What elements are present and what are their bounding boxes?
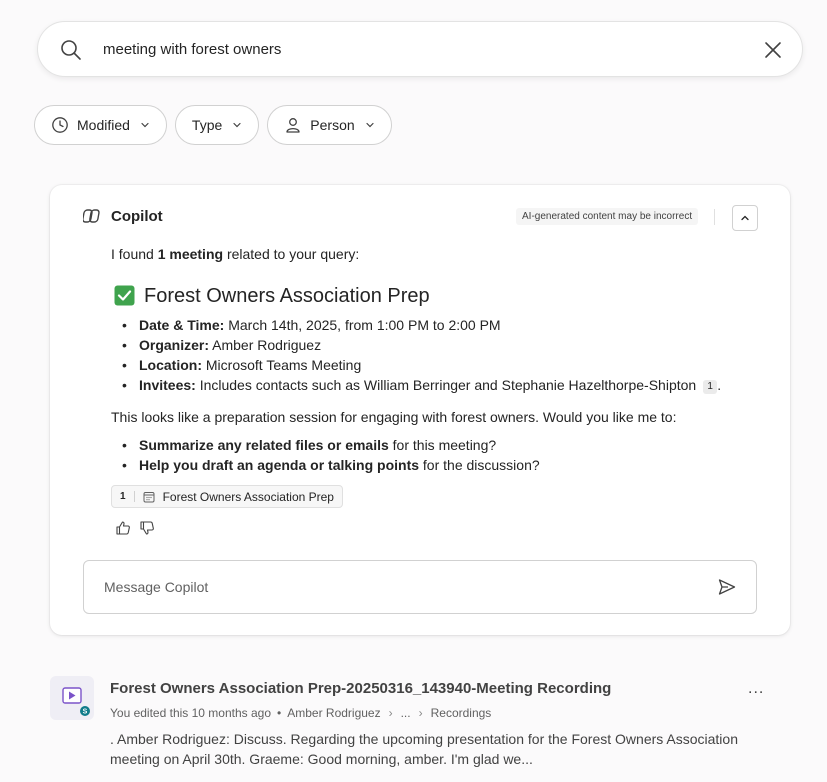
path-ellipsis[interactable]: ... bbox=[401, 706, 411, 720]
intro-bold: 1 meeting bbox=[157, 246, 224, 262]
detail-value: Microsoft Teams Meeting bbox=[202, 357, 362, 373]
filter-type[interactable]: Type bbox=[174, 105, 260, 145]
collapse-button[interactable] bbox=[732, 205, 758, 231]
message-composer bbox=[83, 560, 757, 614]
thumbs-up-icon[interactable] bbox=[115, 520, 131, 536]
search-icon bbox=[61, 40, 81, 60]
reference-number: 1 bbox=[120, 491, 135, 502]
detail-invitees: Invitees: Includes contacts such as Will… bbox=[122, 375, 761, 395]
chevron-right-icon: › bbox=[388, 706, 393, 720]
suggestion-item: Help you draft an agenda or talking poin… bbox=[122, 455, 761, 475]
result-person[interactable]: Amber Rodriguez bbox=[287, 706, 380, 720]
result-edited: You edited this 10 months ago bbox=[110, 706, 272, 720]
detail-label: Date & Time: bbox=[139, 317, 225, 333]
reference-label: Forest Owners Association Prep bbox=[162, 489, 334, 504]
filter-bar: Modified Type Person bbox=[34, 105, 392, 145]
ai-disclaimer-badge: AI-generated content may be incorrect bbox=[516, 208, 699, 225]
more-options-button[interactable]: ... bbox=[748, 680, 764, 698]
detail-date: Date & Time: March 14th, 2025, from 1:00… bbox=[122, 315, 761, 335]
copilot-title: Copilot bbox=[111, 207, 163, 225]
filter-modified-label: Modified bbox=[77, 117, 130, 133]
detail-organizer: Organizer: Amber Rodriguez bbox=[122, 335, 761, 355]
response-paragraph: This looks like a preparation session fo… bbox=[111, 409, 677, 425]
suggestion-item: Summarize any related files or emails fo… bbox=[122, 435, 761, 455]
filter-person[interactable]: Person bbox=[267, 105, 392, 145]
detail-location: Location: Microsoft Teams Meeting bbox=[122, 355, 761, 375]
clock-icon bbox=[52, 117, 68, 133]
meeting-details: Date & Time: March 14th, 2025, from 1:00… bbox=[122, 315, 761, 395]
detail-value: March 14th, 2025, from 1:00 PM to 2:00 P… bbox=[224, 317, 501, 333]
detail-label: Invitees: bbox=[139, 377, 196, 393]
header-divider bbox=[714, 209, 715, 225]
detail-label: Organizer: bbox=[139, 337, 210, 353]
suggestion-rest: for this meeting? bbox=[388, 437, 497, 453]
suggestion-rest: for the discussion? bbox=[419, 457, 540, 473]
message-input[interactable] bbox=[104, 561, 684, 613]
recording-icon: S bbox=[62, 687, 90, 716]
suggestion-list: Summarize any related files or emails fo… bbox=[122, 435, 761, 475]
result-title[interactable]: Forest Owners Association Prep-20250316_… bbox=[110, 680, 611, 697]
video-file-icon: S bbox=[50, 676, 94, 720]
close-icon[interactable] bbox=[761, 38, 785, 62]
send-icon[interactable] bbox=[717, 577, 737, 597]
result-folder[interactable]: Recordings bbox=[431, 706, 492, 720]
intro-suffix: related to your query: bbox=[223, 246, 360, 262]
search-input[interactable]: meeting with forest owners bbox=[103, 22, 281, 78]
calendar-icon bbox=[143, 491, 155, 502]
result-snippet: . Amber Rodriguez: Discuss. Regarding th… bbox=[110, 731, 738, 767]
checkmark-icon bbox=[114, 285, 135, 306]
copilot-card: Copilot AI-generated content may be inco… bbox=[50, 185, 790, 635]
suggestion-bold: Summarize any related files or emails bbox=[139, 437, 389, 453]
citation-marker[interactable]: 1 bbox=[703, 380, 718, 394]
svg-text:S: S bbox=[83, 709, 88, 716]
person-icon bbox=[286, 118, 300, 133]
meeting-heading: Forest Owners Association Prep bbox=[114, 285, 761, 306]
response-intro: I found 1 meeting related to your query: bbox=[111, 244, 761, 264]
filter-type-label: Type bbox=[191, 117, 223, 133]
detail-value: Amber Rodriguez bbox=[209, 337, 322, 353]
detail-label: Location: bbox=[139, 357, 202, 373]
suggestion-bold: Help you draft an agenda or talking poin… bbox=[139, 457, 420, 473]
copilot-logo-icon bbox=[83, 209, 100, 223]
copilot-header: Copilot bbox=[83, 207, 163, 225]
meta-separator: • bbox=[277, 706, 282, 720]
result-metadata: You edited this 10 months ago • Amber Ro… bbox=[110, 706, 491, 720]
thumbs-down-icon[interactable] bbox=[139, 520, 155, 536]
detail-trail: . bbox=[717, 377, 722, 393]
intro-prefix: I found bbox=[111, 246, 158, 262]
meeting-title: Forest Owners Association Prep bbox=[144, 284, 430, 307]
filter-modified[interactable]: Modified bbox=[34, 105, 167, 145]
reference-pill[interactable]: 1 Forest Owners Association Prep bbox=[111, 485, 343, 508]
search-box[interactable]: meeting with forest owners bbox=[37, 21, 803, 77]
chevron-down-icon bbox=[366, 122, 374, 128]
chevron-down-icon bbox=[233, 122, 241, 128]
filter-person-label: Person bbox=[310, 117, 355, 133]
chevron-up-icon bbox=[741, 215, 749, 221]
detail-value: Includes contacts such as William Berrin… bbox=[195, 377, 697, 393]
chevron-down-icon bbox=[141, 122, 149, 128]
chevron-right-icon: › bbox=[418, 706, 423, 720]
copilot-response: I found 1 meeting related to your query:… bbox=[111, 244, 761, 475]
